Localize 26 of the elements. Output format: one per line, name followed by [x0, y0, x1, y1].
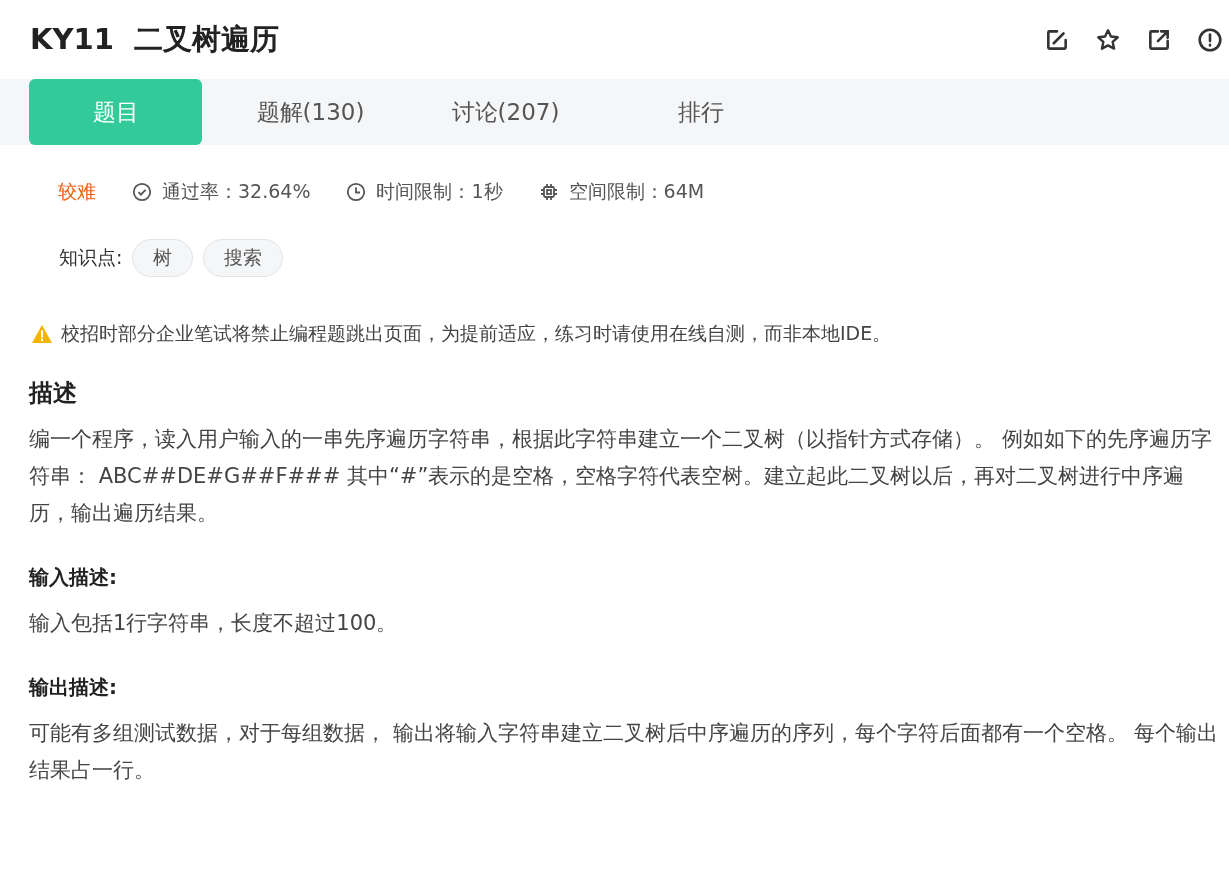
alert-icon[interactable]	[1197, 27, 1223, 53]
tab[interactable]: 排行	[614, 79, 787, 145]
description-text: 编一个程序，读入用户输入的一串先序遍历字符串，根据此字符串建立一个二叉树（以指针方式存储）。 例如如下的先序遍历字符串： ABC##DE#G##F### 其中“#”表示的是空格，空格字符代表空树。建立起此二叉树以后，再对二叉树进行中序遍历，输出遍历结果。	[29, 426, 1213, 527]
tag-chip[interactable]: 树	[132, 239, 194, 277]
tag-chip[interactable]: 搜索	[203, 239, 284, 277]
chip-icon	[538, 182, 559, 202]
edit-icon[interactable]	[1044, 27, 1070, 53]
difficulty-label: 较难	[58, 179, 96, 204]
knowledge-label: 知识点:	[59, 245, 123, 270]
meta-text: 空间限制：64M	[568, 179, 705, 204]
problem-title: KY11 二叉树遍历	[30, 21, 280, 58]
notice-text: 校招时部分企业笔试将禁止编程题跳出页面，为提前适应，练习时请使用在线自测，而非本地IDE。	[61, 321, 892, 346]
warning-icon	[31, 324, 53, 344]
tab[interactable]: 讨论(207)	[419, 79, 592, 145]
meta-text: 通过率：32.64%	[162, 179, 311, 204]
share-icon[interactable]	[1146, 27, 1172, 53]
section-heading: 输出描述:	[29, 674, 118, 701]
section-heading: 输入描述:	[29, 564, 118, 591]
section-heading: 描述	[29, 378, 78, 409]
meta-text: 时间限制：1秒	[376, 179, 503, 204]
check-circle-icon	[132, 182, 152, 202]
star-icon[interactable]	[1095, 27, 1121, 53]
section-text: 可能有多组测试数据，对于每组数据， 输出将输入字符串建立二叉树后中序遍历的序列，每个字符后面都有一个空格。 每个输出结果占一行。	[29, 720, 1220, 784]
clock-icon	[346, 182, 367, 202]
section-text: 输入包括1行字符串，长度不超过100。	[29, 610, 399, 637]
tab[interactable]: 题解(130)	[224, 79, 397, 145]
